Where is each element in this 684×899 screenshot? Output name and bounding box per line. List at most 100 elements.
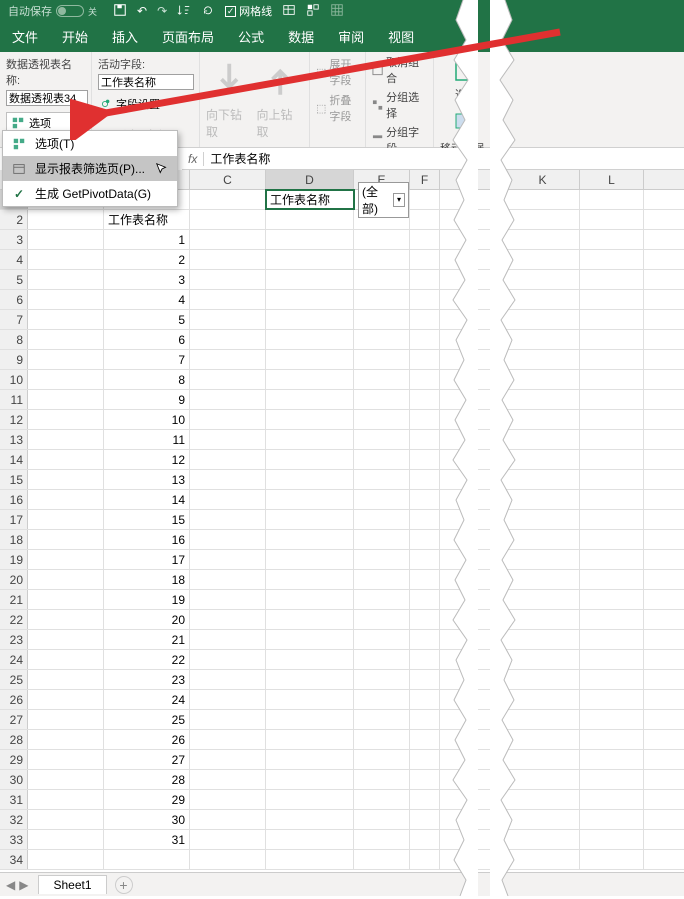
cell[interactable] [354,830,410,849]
cell[interactable]: 25 [104,710,190,729]
row-header[interactable]: 10 [0,370,28,389]
cell[interactable] [28,250,104,269]
cell[interactable] [190,710,266,729]
row-header[interactable]: 2 [0,210,28,229]
gridlines-checkbox[interactable]: ✓网格线 [225,3,272,19]
cell[interactable] [354,250,410,269]
cell[interactable] [354,530,410,549]
cell[interactable]: 5 [104,310,190,329]
cell[interactable]: 26 [104,730,190,749]
cell[interactable]: 30 [104,810,190,829]
cell[interactable] [410,750,440,769]
cell[interactable] [506,490,580,509]
cell[interactable]: 21 [104,630,190,649]
cell[interactable] [28,670,104,689]
cell[interactable] [28,490,104,509]
cell[interactable] [190,550,266,569]
cell[interactable] [506,410,580,429]
tab-review[interactable]: 审阅 [326,21,376,52]
cell[interactable] [410,630,440,649]
cell[interactable] [28,830,104,849]
row-header[interactable]: 14 [0,450,28,469]
cell[interactable] [190,210,266,229]
cell[interactable] [190,670,266,689]
cell[interactable] [28,790,104,809]
cell[interactable] [580,330,644,349]
cell[interactable]: 14 [104,490,190,509]
cell[interactable] [506,730,580,749]
cell[interactable] [190,770,266,789]
cell[interactable] [266,630,354,649]
cell[interactable] [410,830,440,849]
cell[interactable] [266,530,354,549]
cell[interactable] [266,810,354,829]
cell[interactable]: 24 [104,690,190,709]
cell[interactable] [266,570,354,589]
cell[interactable]: 16 [104,530,190,549]
cell[interactable] [354,470,410,489]
cell[interactable] [580,590,644,609]
cell[interactable] [190,470,266,489]
cell[interactable]: 22 [104,650,190,669]
col-header-d[interactable]: D [266,170,354,189]
cell[interactable] [266,730,354,749]
cell[interactable] [354,210,410,229]
cell[interactable] [266,370,354,389]
cell[interactable] [266,750,354,769]
cell[interactable] [410,530,440,549]
cell[interactable] [410,650,440,669]
cell[interactable] [506,330,580,349]
cell[interactable]: 工作表名称 [104,210,190,229]
col-header-c[interactable]: C [190,170,266,189]
row-header[interactable]: 5 [0,270,28,289]
cell[interactable] [28,230,104,249]
cell[interactable] [410,730,440,749]
cell[interactable] [580,230,644,249]
table-icon[interactable] [282,3,296,20]
cell[interactable] [354,730,410,749]
cell[interactable] [266,350,354,369]
cell[interactable] [28,510,104,529]
cell[interactable] [580,190,644,209]
cell[interactable] [266,230,354,249]
cell[interactable] [266,270,354,289]
cell[interactable] [354,590,410,609]
row-header[interactable]: 22 [0,610,28,629]
cell[interactable]: 23 [104,670,190,689]
col-header-f[interactable]: F [410,170,440,189]
row-header[interactable]: 24 [0,650,28,669]
cell[interactable] [506,210,580,229]
cell[interactable] [190,650,266,669]
cell[interactable] [580,210,644,229]
cell[interactable] [410,350,440,369]
cell[interactable] [28,770,104,789]
row-header[interactable]: 33 [0,830,28,849]
cell[interactable] [506,670,580,689]
cell[interactable]: 18 [104,570,190,589]
row-header[interactable]: 13 [0,430,28,449]
cell[interactable] [410,450,440,469]
cell[interactable] [266,450,354,469]
cell[interactable] [580,410,644,429]
cell[interactable] [28,450,104,469]
cell[interactable] [28,330,104,349]
cell[interactable] [506,770,580,789]
cell[interactable] [28,210,104,229]
cell[interactable]: 7 [104,350,190,369]
cell[interactable] [580,790,644,809]
cell[interactable] [266,410,354,429]
cell[interactable] [506,650,580,669]
cell[interactable] [354,350,410,369]
cell[interactable] [580,630,644,649]
cell[interactable] [506,190,580,209]
field-settings-button[interactable]: 字段设置 [98,96,193,112]
cell[interactable] [410,250,440,269]
cell[interactable] [410,190,440,209]
cell[interactable] [410,710,440,729]
cell[interactable] [266,790,354,809]
cell[interactable] [266,390,354,409]
row-header[interactable]: 15 [0,470,28,489]
cell[interactable] [266,650,354,669]
cell[interactable] [266,470,354,489]
sort-icon[interactable] [177,3,191,20]
